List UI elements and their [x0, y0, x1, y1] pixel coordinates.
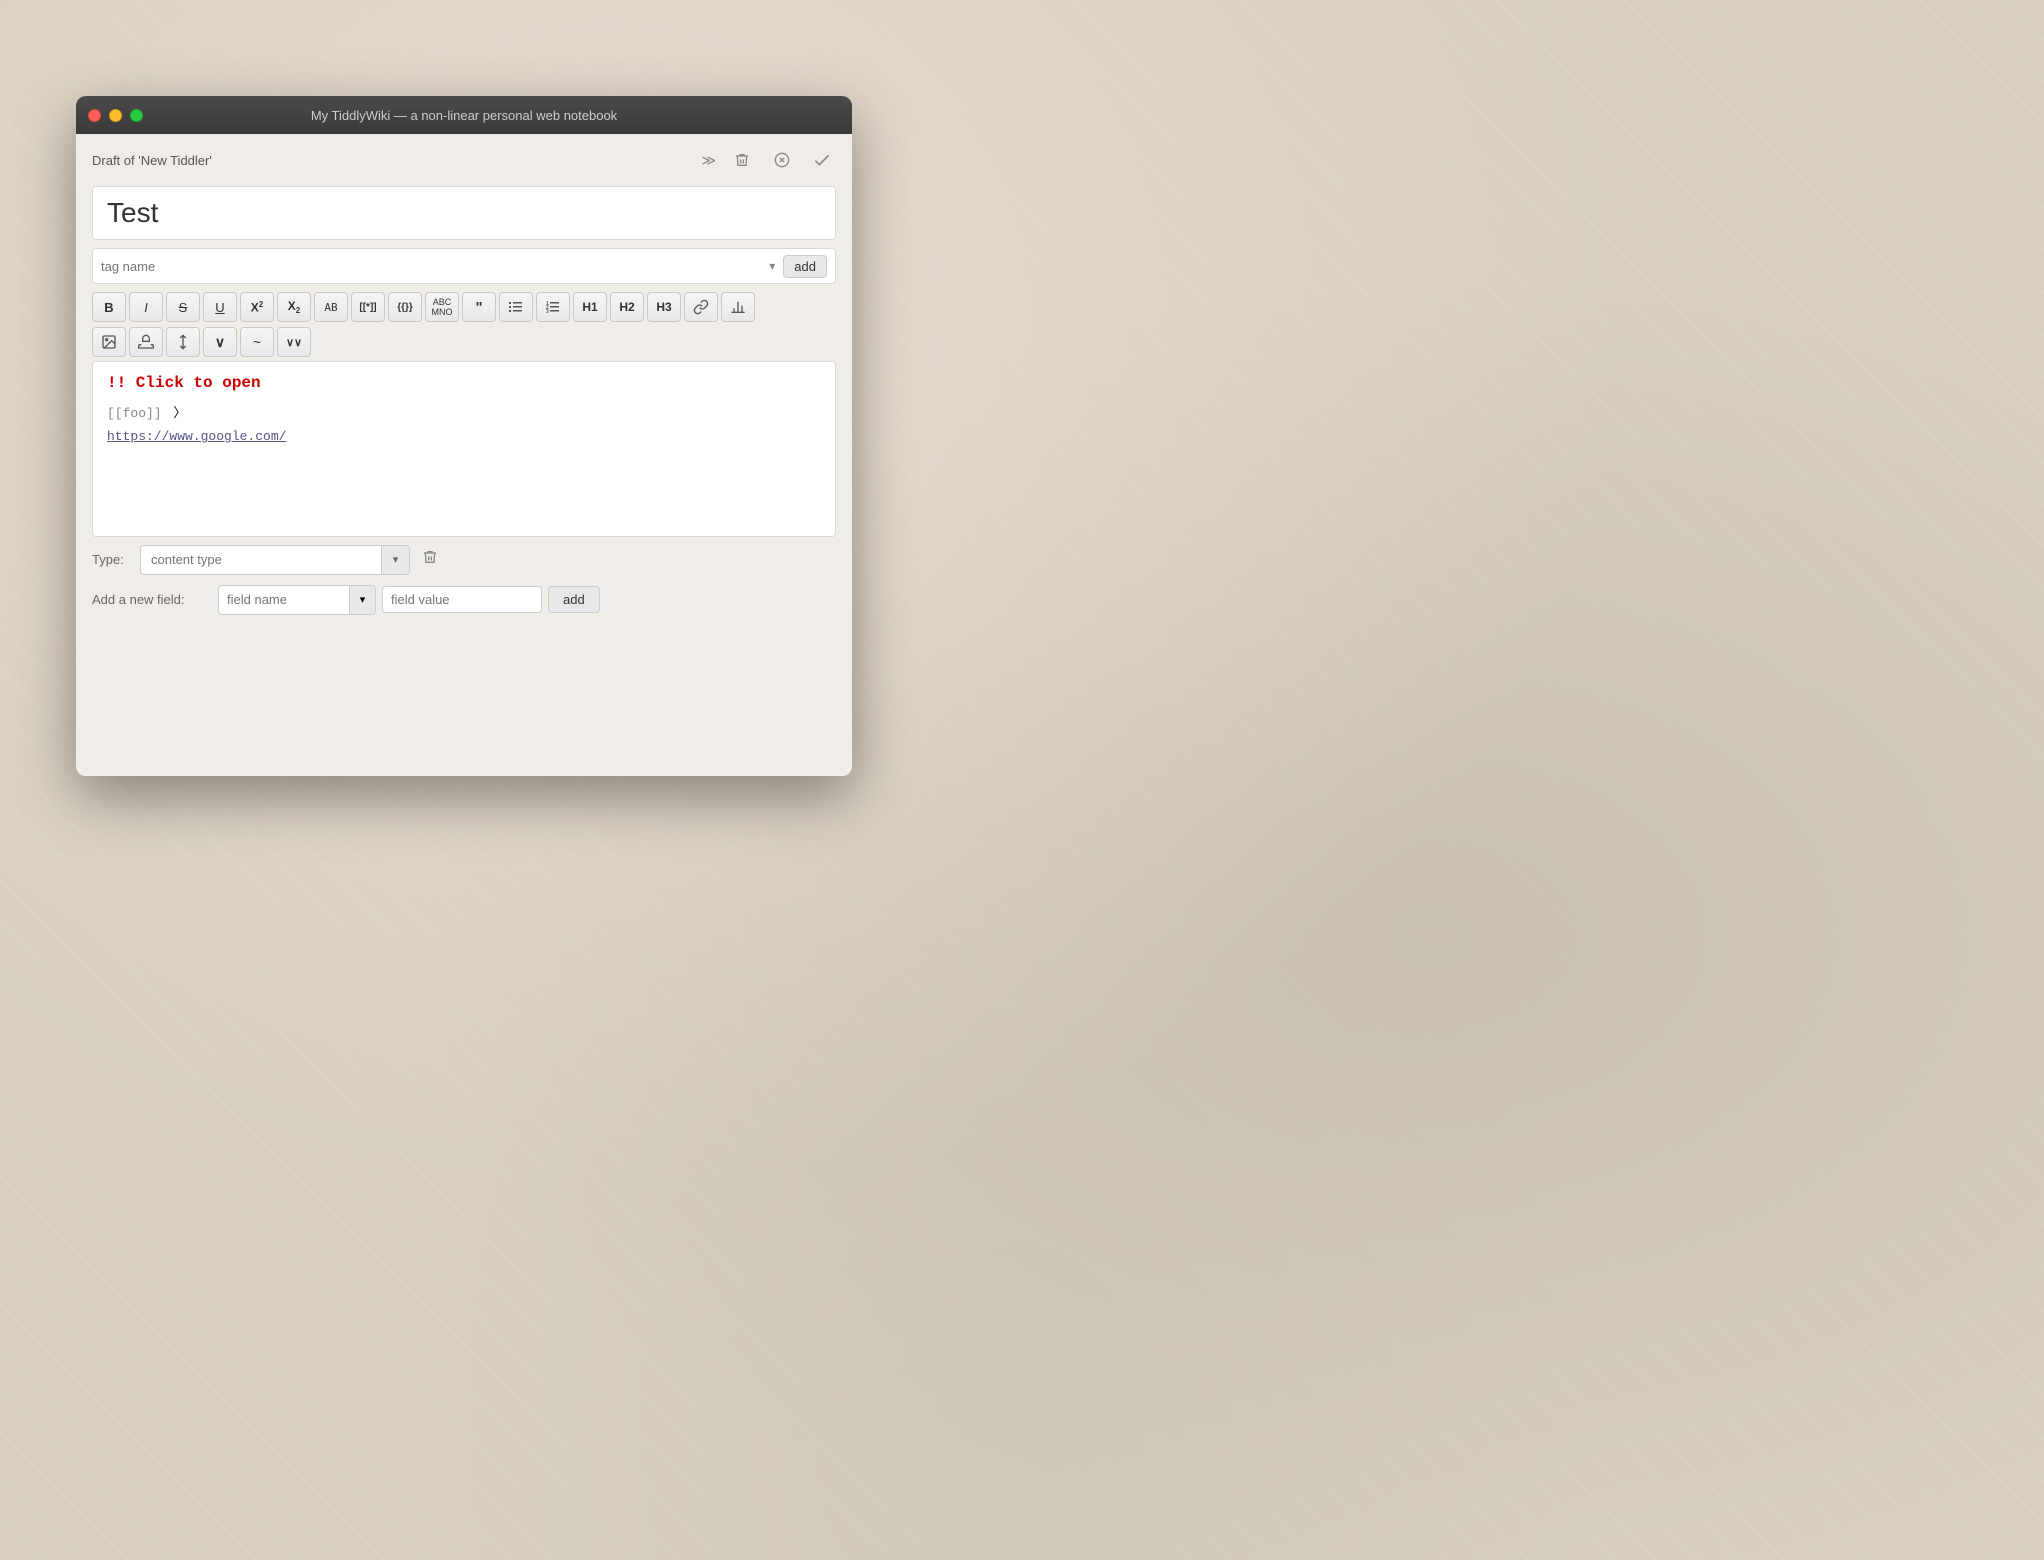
- minimize-button[interactable]: [109, 109, 122, 122]
- image-button[interactable]: [92, 327, 126, 357]
- h2-button[interactable]: H2: [610, 292, 644, 322]
- field-add-button[interactable]: add: [548, 586, 600, 613]
- quote-button[interactable]: ": [462, 292, 496, 322]
- bullet-list-icon: [508, 299, 524, 315]
- tiddler-editor: Draft of 'New Tiddler' ≫: [76, 134, 852, 776]
- type-dropdown-button[interactable]: ▾: [381, 546, 409, 574]
- type-trash-icon: [422, 549, 438, 565]
- bullet-list-button[interactable]: [499, 292, 533, 322]
- subscript-button[interactable]: X2: [277, 292, 311, 322]
- type-label: Type:: [92, 552, 132, 567]
- macro-button[interactable]: {{}}: [388, 292, 422, 322]
- window-content: Draft of 'New Tiddler' ≫: [76, 134, 852, 776]
- content-body: [[foo]] 〉: [107, 402, 821, 421]
- draft-label: Draft of 'New Tiddler': [92, 153, 212, 168]
- title-input[interactable]: [93, 187, 835, 239]
- field-name-input[interactable]: [219, 587, 349, 612]
- chevron-more-button[interactable]: ∨∨: [277, 327, 311, 357]
- underline-button[interactable]: U: [203, 292, 237, 322]
- strikethrough-button[interactable]: S: [166, 292, 200, 322]
- tag-input[interactable]: [101, 259, 761, 274]
- svg-text:3: 3: [546, 309, 549, 315]
- maximize-button[interactable]: [130, 109, 143, 122]
- bottom-area: [76, 627, 852, 777]
- field-name-dropdown-button[interactable]: ▾: [349, 586, 375, 614]
- subscript-label: X2: [288, 299, 300, 315]
- tag-input-row: ▾ add: [92, 248, 836, 284]
- link-icon: [693, 299, 709, 315]
- cancel-icon: [774, 152, 790, 168]
- numbered-list-button[interactable]: 1 2 3: [536, 292, 570, 322]
- h1-button[interactable]: H1: [573, 292, 607, 322]
- chart-button[interactable]: [721, 292, 755, 322]
- type-input[interactable]: [141, 547, 381, 572]
- content-url: https://www.google.com/: [107, 429, 821, 444]
- abc-button[interactable]: ABCMNO: [425, 292, 459, 322]
- traffic-lights: [88, 109, 143, 122]
- editor-content-area[interactable]: !! Click to open [[foo]] 〉 https://www.g…: [92, 361, 836, 537]
- type-delete-button[interactable]: [422, 549, 438, 570]
- link-button[interactable]: [684, 292, 718, 322]
- trash-icon: [734, 152, 750, 168]
- title-input-container: [92, 186, 836, 240]
- mono-button[interactable]: AB: [314, 292, 348, 322]
- image-icon: [101, 334, 117, 350]
- window-title: My TiddlyWiki — a non-linear personal we…: [311, 108, 617, 123]
- superscript-label: X2: [251, 300, 263, 315]
- type-row: Type: ▾: [92, 545, 836, 575]
- bold-button[interactable]: B: [92, 292, 126, 322]
- editor-toolbar: B I S U X2 X2 AB [[*]]: [92, 292, 836, 357]
- titlebar: My TiddlyWiki — a non-linear personal we…: [76, 96, 852, 134]
- fold-button[interactable]: ≫: [701, 152, 716, 169]
- stamp-button[interactable]: [129, 327, 163, 357]
- app-window: My TiddlyWiki — a non-linear personal we…: [76, 96, 852, 776]
- cancel-button[interactable]: [768, 146, 796, 174]
- delete-button[interactable]: [728, 146, 756, 174]
- h3-button[interactable]: H3: [647, 292, 681, 322]
- field-value-input[interactable]: [382, 586, 542, 613]
- internal-link[interactable]: [[foo]]: [107, 406, 162, 421]
- vertical-arrows-button[interactable]: [166, 327, 200, 357]
- confirm-icon: [814, 152, 830, 168]
- wikilink-button[interactable]: [[*]]: [351, 292, 385, 322]
- tag-add-button[interactable]: add: [783, 255, 827, 278]
- italic-button[interactable]: I: [129, 292, 163, 322]
- add-field-label: Add a new field:: [92, 592, 212, 607]
- close-button[interactable]: [88, 109, 101, 122]
- confirm-button[interactable]: [808, 146, 836, 174]
- tag-dropdown-icon[interactable]: ▾: [769, 259, 775, 273]
- add-field-row: Add a new field: ▾ add: [92, 585, 836, 615]
- toolbar-row-1: B I S U X2 X2 AB [[*]]: [92, 292, 836, 322]
- type-input-wrapper: ▾: [140, 545, 410, 575]
- vertical-arrows-icon: [175, 334, 191, 350]
- numbered-list-icon: 1 2 3: [545, 299, 561, 315]
- draft-header: Draft of 'New Tiddler' ≫: [76, 134, 852, 182]
- draft-actions: ≫: [701, 146, 836, 174]
- cursor-indicator: 〉: [173, 402, 186, 421]
- content-heading: !! Click to open: [107, 374, 821, 392]
- superscript-button[interactable]: X2: [240, 292, 274, 322]
- tilde-button[interactable]: ~: [240, 327, 274, 357]
- field-name-wrapper: ▾: [218, 585, 376, 615]
- stamp-icon: [138, 334, 154, 350]
- toolbar-row-2: ∨ ~ ∨∨: [92, 327, 836, 357]
- chevron-down-button[interactable]: ∨: [203, 327, 237, 357]
- external-link[interactable]: https://www.google.com/: [107, 429, 286, 444]
- chart-icon: [730, 299, 746, 315]
